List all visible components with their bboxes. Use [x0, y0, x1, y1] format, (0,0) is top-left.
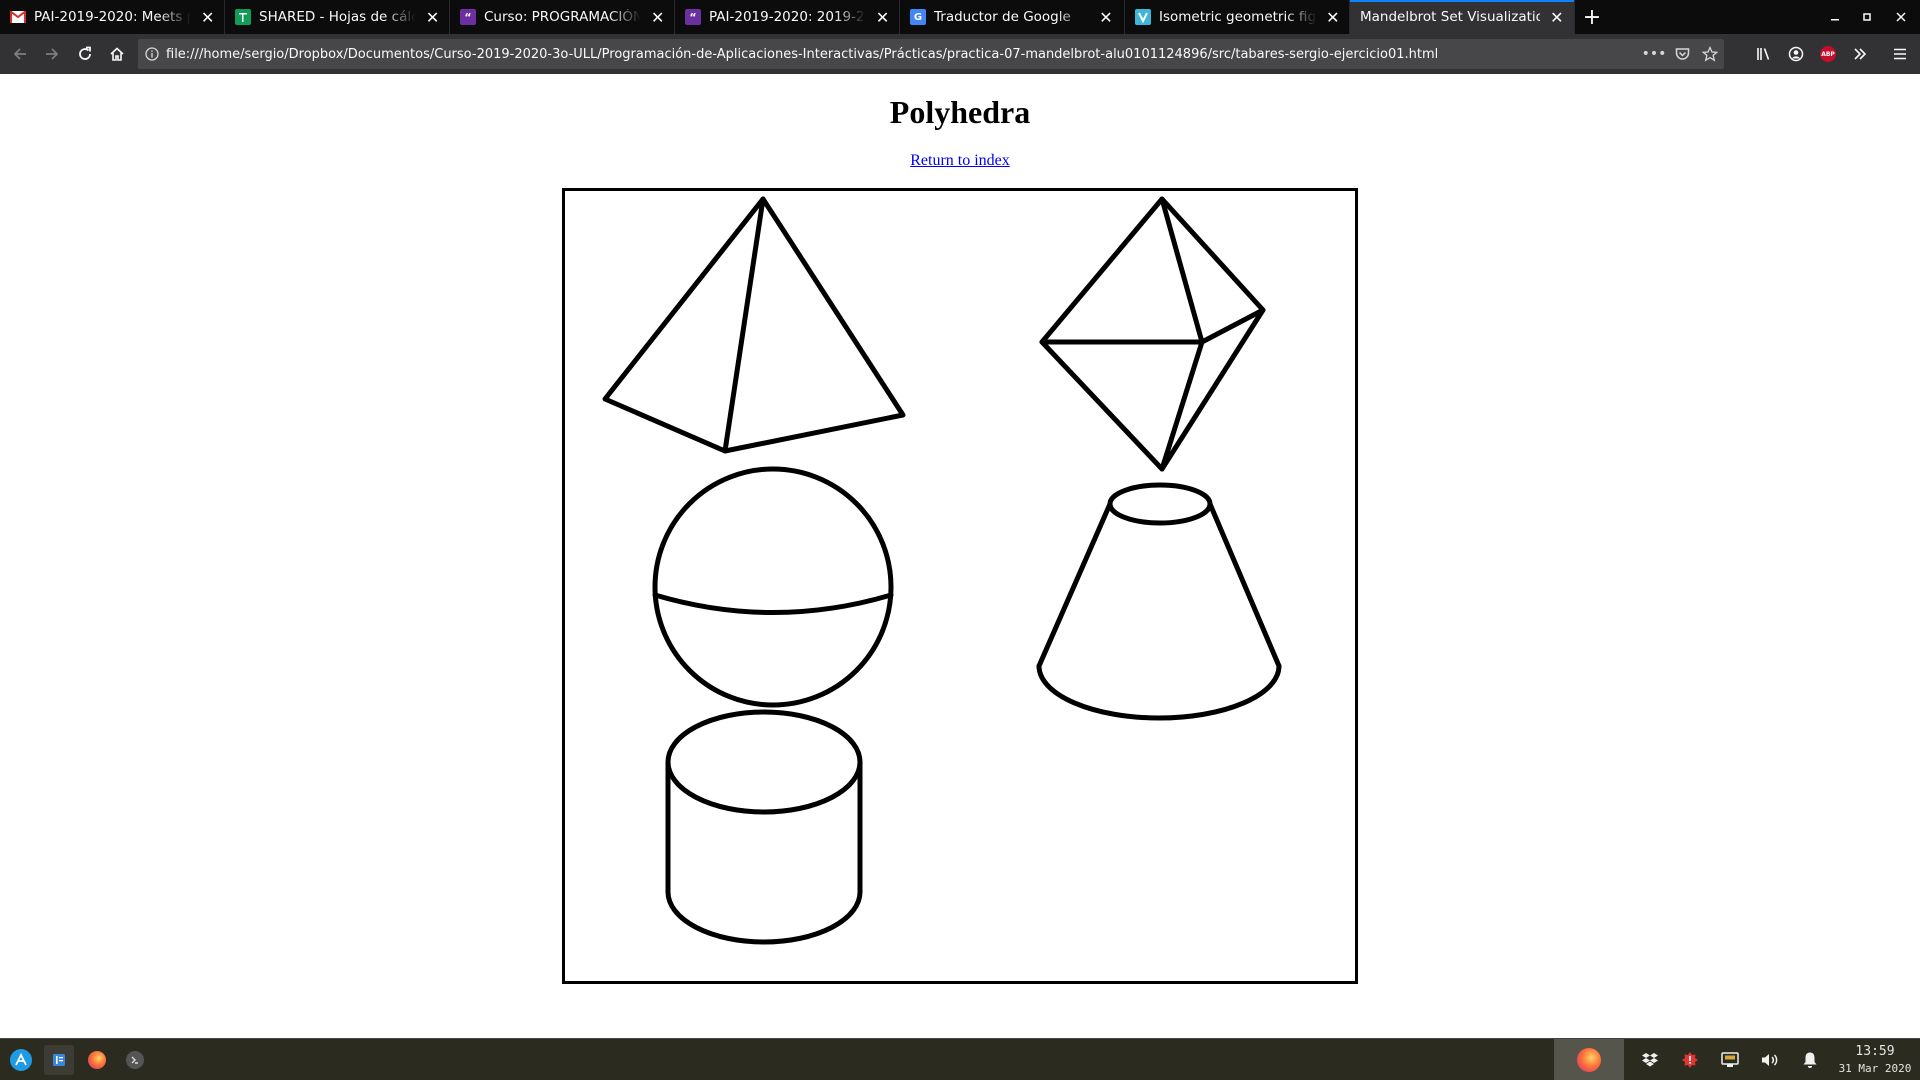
menu-button[interactable] [1884, 38, 1916, 70]
translate-icon: G [910, 9, 926, 25]
file-manager-icon [53, 1053, 65, 1066]
forward-button[interactable] [36, 38, 68, 70]
tab-gmail[interactable]: PAI-2019-2020: Meets para ✕ [0, 0, 225, 34]
back-link-container: Return to index [0, 152, 1920, 170]
tab-campus-course[interactable]: “ Curso: PROGRAMACIÓN DE ✕ [450, 0, 675, 34]
network-icon[interactable] [1710, 1039, 1750, 1080]
account-icon [1788, 46, 1804, 62]
update-notifier-icon[interactable] [1670, 1039, 1710, 1080]
site-info-icon[interactable] [138, 47, 166, 61]
bookmark-star-icon[interactable] [1696, 40, 1724, 68]
active-window-firefox[interactable] [1554, 1039, 1624, 1080]
minimize-button[interactable] [1818, 0, 1852, 34]
taskbar-firefox-button[interactable] [82, 1045, 112, 1075]
tab-strip: PAI-2019-2020: Meets para ✕ SHARED - Hoj… [0, 0, 1920, 34]
tab-title: Isometric geometric figures [1159, 9, 1317, 25]
url-text[interactable]: file:///home/sergio/Dropbox/Documentos/C… [166, 47, 1640, 62]
page-title: Polyhedra [889, 94, 1031, 130]
tab-campus-pai[interactable]: “ PAI-2019-2020: 2019-2020 ✕ [675, 0, 900, 34]
close-tab-icon[interactable]: ✕ [1546, 5, 1568, 29]
taskbar-files-button[interactable] [44, 1044, 74, 1075]
taskbar: 13:59 31 Mar 2020 [0, 1038, 1920, 1080]
page-actions-icon[interactable]: ••• [1640, 40, 1668, 68]
clock[interactable]: 13:59 31 Mar 2020 [1830, 1043, 1920, 1077]
toolbar-right: ABP [1748, 38, 1920, 70]
web-page: Polyhedra Return to index [0, 74, 1920, 1036]
library-button[interactable] [1748, 38, 1780, 70]
arrow-left-icon [13, 48, 26, 60]
return-to-index-link[interactable]: Return to index [910, 152, 1010, 169]
app-launcher-icon [10, 1048, 32, 1071]
close-tab-icon[interactable]: ✕ [872, 5, 893, 29]
pocket-icon[interactable] [1668, 40, 1696, 68]
home-button[interactable] [101, 38, 133, 70]
firefox-icon [1577, 1048, 1601, 1072]
adblock-icon: ABP [1820, 46, 1836, 62]
close-tab-icon[interactable]: ✕ [1323, 5, 1343, 29]
sheets-icon [235, 9, 251, 25]
taskbar-terminal-button[interactable] [120, 1045, 150, 1075]
navigation-toolbar: file:///home/sergio/Dropbox/Documentos/C… [0, 34, 1920, 74]
tab-title: PAI-2019-2020: Meets para [34, 9, 192, 25]
firefox-icon [88, 1050, 106, 1069]
vector-icon [1135, 9, 1151, 25]
terminal-icon [126, 1050, 144, 1069]
dropbox-tray-icon[interactable] [1630, 1039, 1670, 1080]
tab-title: Curso: PROGRAMACIÓN DE [484, 9, 642, 25]
cylinder-figure [665, 709, 863, 945]
back-button[interactable] [4, 38, 36, 70]
truncated-cone-figure [1036, 482, 1282, 721]
notifications-bell-icon[interactable] [1790, 1039, 1830, 1080]
reload-icon [79, 46, 91, 60]
account-button[interactable] [1780, 38, 1812, 70]
chevron-double-right-icon [1854, 48, 1867, 60]
octahedron-figure [1039, 196, 1266, 472]
adblock-button[interactable]: ABP [1812, 38, 1844, 70]
tab-isometric[interactable]: Isometric geometric figures ✕ [1125, 0, 1350, 34]
close-tab-icon[interactable]: ✕ [647, 5, 668, 29]
pyramid-figure [602, 196, 906, 454]
clock-date: 31 Mar 2020 [1838, 1062, 1912, 1075]
polyhedra-drawing [602, 196, 1282, 945]
close-tab-icon[interactable]: ✕ [422, 5, 443, 29]
tab-title: SHARED - Hojas de cálculo [259, 9, 417, 25]
plus-icon: + [1582, 4, 1602, 30]
url-bar[interactable]: file:///home/sergio/Dropbox/Documentos/C… [138, 39, 1724, 69]
sphere-figure [652, 466, 894, 708]
hamburger-menu-icon [1894, 48, 1906, 60]
campus-icon: “ [460, 9, 476, 25]
gmail-icon [10, 9, 26, 25]
tab-mandelbrot[interactable]: Mandelbrot Set Visualization ✕ [1350, 0, 1575, 34]
library-icon [1757, 48, 1770, 60]
tab-translate[interactable]: G Traductor de Google ✕ [900, 0, 1125, 34]
tab-title: Traductor de Google [934, 9, 1071, 25]
home-icon [110, 47, 124, 61]
tab-sheets[interactable]: SHARED - Hojas de cálculo ✕ [225, 0, 450, 34]
campus-icon: “ [685, 9, 701, 25]
close-tab-icon[interactable]: ✕ [197, 5, 218, 29]
new-tab-button[interactable]: + [1575, 0, 1609, 34]
system-tray: 13:59 31 Mar 2020 [1554, 1039, 1920, 1080]
maximize-button[interactable] [1850, 0, 1884, 34]
tab-title: PAI-2019-2020: 2019-2020 [709, 9, 866, 25]
drawing-canvas [562, 188, 1358, 984]
clock-time: 13:59 [1855, 1044, 1895, 1059]
tab-title: Mandelbrot Set Visualization [1360, 9, 1540, 25]
close-tab-icon[interactable]: ✕ [1094, 5, 1118, 29]
arrow-right-icon [46, 48, 59, 60]
reload-button[interactable] [69, 38, 101, 70]
overflow-button[interactable] [1844, 38, 1876, 70]
volume-icon[interactable] [1750, 1039, 1790, 1080]
app-launcher-button[interactable] [6, 1045, 36, 1075]
close-window-button[interactable] [1884, 0, 1918, 34]
